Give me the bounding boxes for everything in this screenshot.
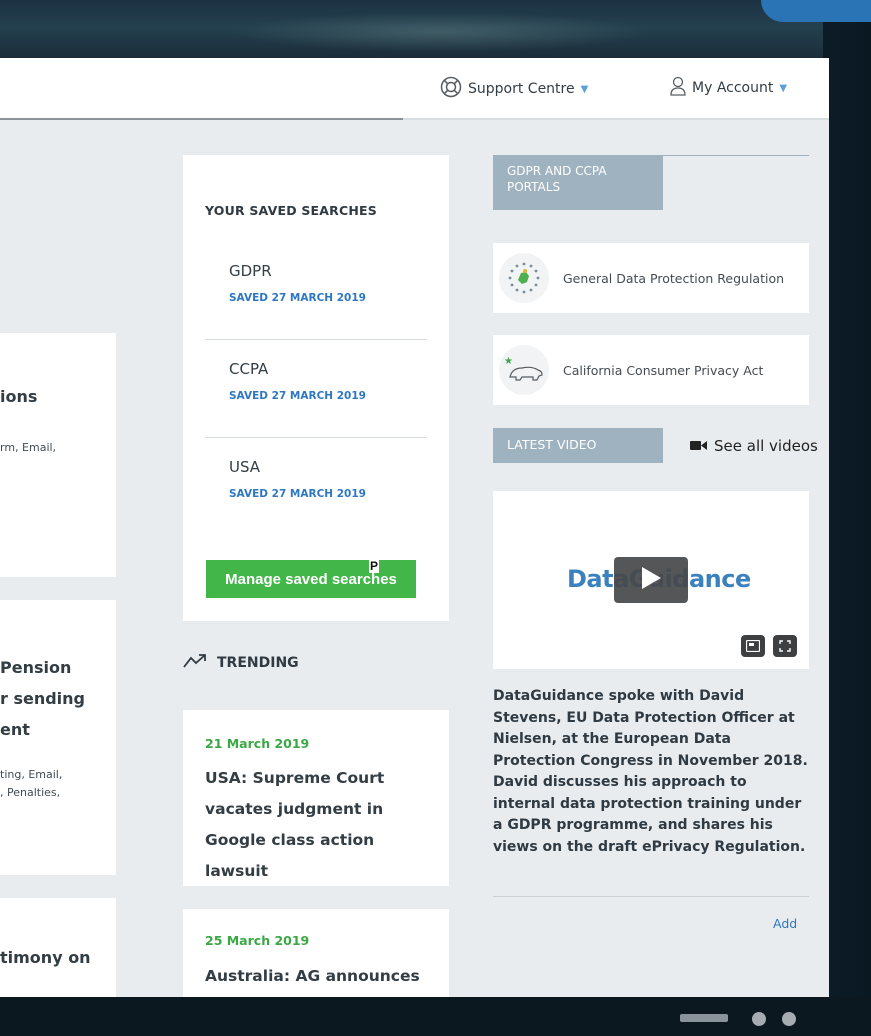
- play-icon: [640, 566, 662, 594]
- device-dot: [752, 1012, 766, 1026]
- saved-search-name: GDPR: [229, 262, 272, 280]
- picture-in-picture-icon: [745, 637, 761, 656]
- chevron-down-icon: ▼: [580, 83, 589, 95]
- device-frame-right: [823, 0, 871, 1036]
- article-tags: rm, Email,: [0, 441, 57, 454]
- trending-heading: TRENDING: [183, 654, 299, 672]
- news-title: USA: Supreme Court vacates judgment in G…: [205, 769, 385, 880]
- gdpr-portal-link[interactable]: General Data Protection Regulation: [493, 243, 809, 313]
- device-dot: [782, 1012, 796, 1026]
- svg-text:★: ★: [504, 356, 513, 367]
- trending-label: TRENDING: [217, 655, 299, 671]
- background-photo: [0, 0, 871, 60]
- device-home-indicator: [680, 1014, 728, 1022]
- divider: [493, 896, 809, 897]
- see-all-videos-label: See all videos: [714, 437, 818, 455]
- saved-search-date: SAVED 27 MARCH 2019: [229, 390, 366, 402]
- latest-video-heading: LATEST VIDEO: [493, 428, 663, 463]
- portals-heading: GDPR AND CCPA PORTALS: [493, 155, 663, 210]
- add-link[interactable]: Add: [773, 916, 797, 931]
- left-article-card[interactable]: ions rm, Email,: [0, 333, 116, 577]
- user-icon: [670, 76, 686, 100]
- saved-search-item[interactable]: USA SAVED 27 MARCH 2019: [205, 438, 427, 536]
- portal-label: California Consumer Privacy Act: [563, 362, 764, 378]
- manage-saved-searches-label: Manage saved searches: [225, 570, 397, 588]
- news-title: Australia: AG announces: [205, 967, 420, 985]
- article-title: Pension r sending ent: [0, 658, 86, 739]
- fullscreen-button[interactable]: [773, 635, 797, 657]
- california-bear-icon: ★: [499, 345, 549, 395]
- device-frame-accent: [761, 0, 871, 22]
- lifebuoy-icon: [440, 76, 462, 102]
- chevron-down-icon: ▼: [779, 82, 788, 94]
- trending-news-card[interactable]: 21 March 2019 USA: Supreme Court vacates…: [183, 710, 449, 886]
- play-button[interactable]: [614, 557, 688, 603]
- nav-underline: [0, 118, 403, 120]
- support-centre-label: Support Centre: [468, 81, 575, 97]
- device-frame-bottom: [0, 997, 871, 1036]
- my-account-menu[interactable]: My Account ▼: [670, 76, 787, 100]
- trending-news-card[interactable]: 25 March 2019 Australia: AG announces: [183, 909, 449, 997]
- portal-header-rule: [663, 155, 809, 156]
- text-cursor-tooltip: P: [369, 559, 380, 573]
- saved-search-item[interactable]: GDPR SAVED 27 MARCH 2019: [205, 242, 427, 340]
- portal-label: General Data Protection Regulation: [563, 270, 785, 286]
- video-camera-icon: [690, 437, 707, 455]
- top-navigation-bar: Support Centre ▼ My Account ▼: [0, 58, 829, 120]
- article-tags: ting, Email, , Penalties,: [0, 768, 63, 799]
- saved-searches-heading: YOUR SAVED SEARCHES: [205, 203, 377, 218]
- article-title: timony on: [0, 948, 91, 967]
- news-date: 25 March 2019: [205, 933, 310, 948]
- manage-saved-searches-button[interactable]: Manage saved searches P: [206, 560, 416, 598]
- trending-icon: [183, 654, 207, 672]
- saved-search-item[interactable]: CCPA SAVED 27 MARCH 2019: [205, 340, 427, 438]
- see-all-videos-link[interactable]: See all videos: [690, 437, 818, 455]
- article-title: ions: [0, 387, 38, 406]
- eu-flag-icon: [499, 253, 549, 303]
- picture-in-picture-button[interactable]: [741, 635, 765, 657]
- support-centre-menu[interactable]: Support Centre ▼: [440, 76, 588, 102]
- screen: Support Centre ▼ My Account ▼ ions rm, E…: [0, 58, 829, 997]
- saved-search-date: SAVED 27 MARCH 2019: [229, 292, 366, 304]
- left-article-card[interactable]: timony on: [0, 898, 116, 997]
- left-article-card[interactable]: Pension r sending ent ting, Email, , Pen…: [0, 600, 116, 875]
- ccpa-portal-link[interactable]: ★ California Consumer Privacy Act: [493, 335, 809, 405]
- news-date: 21 March 2019: [205, 736, 310, 751]
- saved-search-date: SAVED 27 MARCH 2019: [229, 488, 366, 500]
- video-player[interactable]: DataGuidance: [493, 491, 809, 669]
- my-account-label: My Account: [692, 80, 774, 96]
- fullscreen-icon: [779, 637, 791, 656]
- video-description: DataGuidance spoke with David Stevens, E…: [493, 688, 808, 855]
- saved-search-name: USA: [229, 458, 261, 476]
- saved-search-name: CCPA: [229, 360, 269, 378]
- saved-searches-card: YOUR SAVED SEARCHES GDPR SAVED 27 MARCH …: [183, 155, 449, 621]
